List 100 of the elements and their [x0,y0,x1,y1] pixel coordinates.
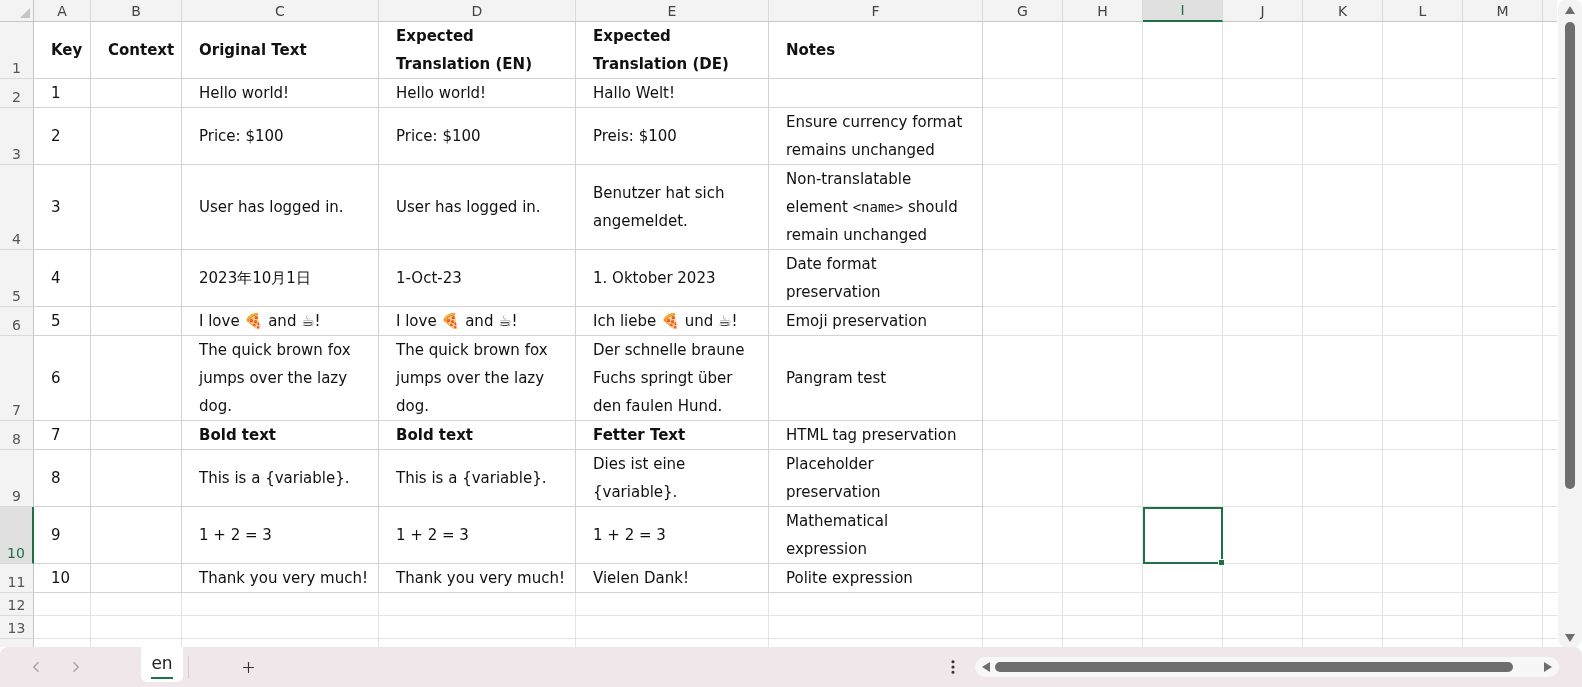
empty-cell[interactable] [1383,450,1463,507]
empty-cell[interactable] [1383,507,1463,564]
column-header[interactable]: K [1303,0,1383,22]
column-header[interactable]: C [182,0,379,22]
empty-cell[interactable] [1383,564,1463,593]
scroll-down-icon[interactable] [1565,634,1575,642]
row-header[interactable]: 2 [0,79,34,108]
empty-cell[interactable] [1223,507,1303,564]
empty-cell[interactable] [576,593,769,616]
empty-cell[interactable] [1143,450,1223,507]
scrollbar-thumb[interactable] [1565,22,1575,489]
empty-cell[interactable] [1463,564,1543,593]
empty-cell[interactable] [1383,616,1463,639]
empty-cell[interactable] [1463,79,1543,108]
empty-cell[interactable] [576,616,769,639]
empty-cell[interactable] [1223,593,1303,616]
empty-cell[interactable] [379,593,576,616]
empty-cell[interactable] [983,564,1063,593]
empty-cell[interactable] [1383,421,1463,450]
empty-cell[interactable] [1303,79,1383,108]
empty-cell[interactable] [983,22,1063,79]
empty-cell[interactable] [1143,307,1223,336]
empty-cell[interactable] [1383,307,1463,336]
empty-cell[interactable] [1303,307,1383,336]
row-header[interactable]: 5 [0,250,34,307]
empty-cell[interactable] [91,564,182,593]
empty-cell[interactable] [91,79,182,108]
scrollbar-thumb[interactable] [995,662,1513,672]
empty-cell[interactable] [1223,165,1303,250]
row-header[interactable]: 6 [0,307,34,336]
empty-cell[interactable] [1303,507,1383,564]
active-cell[interactable] [1143,507,1223,564]
row-header[interactable]: 1 [0,22,34,79]
row-header[interactable]: 10 [0,507,34,564]
empty-cell[interactable] [1063,593,1143,616]
empty-cell[interactable] [1223,108,1303,165]
empty-cell[interactable] [1463,336,1543,421]
empty-cell[interactable] [182,616,379,639]
empty-cell[interactable] [1143,593,1223,616]
empty-cell[interactable] [1223,421,1303,450]
empty-cell[interactable] [1463,593,1543,616]
column-header[interactable]: F [769,0,983,22]
row-header[interactable]: 8 [0,421,34,450]
empty-cell[interactable] [91,450,182,507]
empty-cell[interactable] [1303,108,1383,165]
empty-cell[interactable] [1463,307,1543,336]
empty-cell[interactable] [1143,421,1223,450]
empty-cell[interactable] [91,165,182,250]
empty-cell[interactable] [983,593,1063,616]
empty-cell[interactable] [1303,250,1383,307]
empty-cell[interactable] [1143,564,1223,593]
empty-cell[interactable] [983,507,1063,564]
empty-cell[interactable] [1143,616,1223,639]
column-header[interactable]: M [1463,0,1543,22]
empty-cell[interactable] [1383,165,1463,250]
empty-cell[interactable] [1063,250,1143,307]
empty-cell[interactable] [1143,108,1223,165]
row-header[interactable]: 13 [0,616,34,639]
empty-cell[interactable] [1063,165,1143,250]
empty-cell[interactable] [1223,450,1303,507]
empty-cell[interactable] [1463,616,1543,639]
empty-cell[interactable] [1143,165,1223,250]
empty-cell[interactable] [1063,336,1143,421]
empty-cell[interactable] [1463,507,1543,564]
empty-cell[interactable] [1223,564,1303,593]
empty-cell[interactable] [1463,165,1543,250]
empty-cell[interactable] [983,79,1063,108]
column-header[interactable]: D [379,0,576,22]
column-header[interactable]: B [91,0,182,22]
empty-cell[interactable] [1063,507,1143,564]
empty-cell[interactable] [91,250,182,307]
empty-cell[interactable] [1063,307,1143,336]
column-header[interactable]: L [1383,0,1463,22]
empty-cell[interactable] [1303,336,1383,421]
empty-cell[interactable] [1463,421,1543,450]
scroll-right-icon[interactable] [1544,662,1552,672]
column-header[interactable]: G [983,0,1063,22]
empty-cell[interactable] [1463,250,1543,307]
empty-cell[interactable] [91,336,182,421]
empty-cell[interactable] [1303,450,1383,507]
column-header[interactable]: I [1143,0,1223,22]
row-header[interactable]: 3 [0,108,34,165]
empty-cell[interactable] [983,450,1063,507]
scroll-left-icon[interactable] [982,662,990,672]
row-header[interactable]: 11 [0,564,34,593]
empty-cell[interactable] [1143,79,1223,108]
empty-cell[interactable] [983,108,1063,165]
empty-cell[interactable] [1143,336,1223,421]
empty-cell[interactable] [1223,79,1303,108]
empty-cell[interactable] [1303,616,1383,639]
empty-cell[interactable] [1383,108,1463,165]
row-header[interactable]: 4 [0,165,34,250]
fill-handle[interactable] [1218,559,1225,566]
empty-cell[interactable] [91,616,182,639]
empty-cell[interactable] [1303,165,1383,250]
empty-cell[interactable] [1223,616,1303,639]
column-header[interactable]: J [1223,0,1303,22]
select-all-corner[interactable] [0,0,34,22]
empty-cell[interactable] [1303,22,1383,79]
empty-cell[interactable] [91,507,182,564]
